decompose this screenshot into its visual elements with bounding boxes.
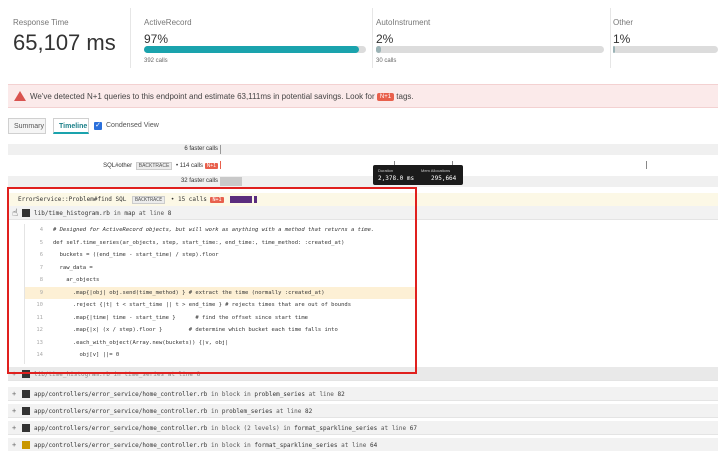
n-plus-one-badge: N+1 — [204, 163, 218, 169]
file-icon — [22, 441, 30, 449]
tab-timeline[interactable]: Timeline — [53, 118, 89, 134]
stack-at: at line — [308, 391, 334, 398]
stack-in: in — [211, 425, 219, 432]
other-metric[interactable]: Other 1% — [613, 18, 633, 46]
sql-other-row[interactable]: SQL#other BACKTRACE • 114 calls N+1 — [8, 160, 718, 171]
tab-summary[interactable]: Summary — [8, 118, 46, 134]
stack-line: 82 — [305, 408, 313, 415]
call-tooltip: Duration 2,378.0 ms Mem Allocations 295,… — [373, 165, 463, 185]
metrics-header: Response Time 65,107 ms ActiveRecord 97%… — [0, 0, 718, 72]
stack-line: 82 — [337, 391, 345, 398]
activerecord-label: ActiveRecord — [144, 18, 192, 27]
response-time-label: Response Time — [13, 18, 69, 27]
alert-message-end: tags. — [396, 92, 414, 101]
backtrace-file-text: app/controllers/error_service/home_contr… — [34, 442, 377, 449]
n-plus-one-tag: N+1 — [376, 93, 395, 101]
stack-path: app/controllers/error_service/home_contr… — [34, 408, 208, 415]
alloc-value: 295,664 — [431, 175, 457, 182]
stack-at: at line — [341, 442, 367, 449]
faster-calls-label: 32 faster calls — [180, 178, 218, 184]
timeline-span — [220, 177, 242, 186]
other-value: 1% — [613, 32, 631, 46]
backtrace-file-text: app/controllers/error_service/home_contr… — [34, 391, 345, 398]
stack-method: problem_series — [254, 391, 305, 398]
stack-path: app/controllers/error_service/home_contr… — [34, 442, 208, 449]
expand-icon[interactable]: + — [12, 424, 16, 432]
autoinstrument-calls: 30 calls — [376, 58, 397, 64]
duration-label: Duration — [378, 168, 394, 173]
faster-calls-row[interactable]: 32 faster calls — [8, 176, 718, 187]
response-time-value: 65,107 ms — [13, 30, 116, 55]
autoinstrument-value: 2% — [376, 32, 394, 46]
file-icon — [22, 407, 30, 415]
condensed-view-label[interactable]: Condensed View — [106, 122, 159, 129]
expand-icon[interactable]: + — [12, 390, 16, 398]
expand-icon[interactable]: + — [12, 407, 16, 415]
divider — [372, 8, 373, 68]
other-bar-fill — [613, 46, 616, 53]
stack-method: format_sparkline_series — [254, 442, 338, 449]
file-icon — [22, 390, 30, 398]
stack-line: 67 — [409, 425, 418, 432]
autoinstrument-label: AutoInstrument — [376, 18, 431, 27]
divider — [130, 8, 131, 68]
activerecord-metric[interactable]: ActiveRecord 97% — [144, 18, 192, 46]
stack-context: block (2 levels) in — [221, 425, 291, 432]
other-label: Other — [613, 18, 634, 27]
stack-line: 64 — [370, 442, 378, 449]
duration-value: 2,378.0 ms — [378, 175, 415, 182]
autoinstrument-bar-fill — [376, 46, 381, 53]
autoinstrument-metric[interactable]: AutoInstrument 2% — [376, 18, 430, 46]
stack-in: in — [211, 408, 219, 415]
activerecord-value: 97% — [144, 32, 169, 46]
expand-icon[interactable]: + — [12, 441, 16, 449]
stack-at: at line — [380, 425, 407, 432]
file-icon — [22, 424, 30, 432]
call-tick — [646, 161, 647, 169]
activerecord-bar-fill — [144, 46, 360, 53]
faster-calls-label: 6 faster calls — [184, 146, 218, 152]
backtrace-file-text: app/controllers/error_service/home_contr… — [34, 408, 312, 415]
timeline-marker — [220, 145, 221, 154]
call-tick — [220, 161, 221, 169]
stack-path: app/controllers/error_service/home_contr… — [34, 425, 208, 432]
stack-in: in — [211, 442, 219, 449]
stack-context: block in — [221, 391, 251, 398]
response-time-metric: Response Time 65,107 ms — [13, 18, 116, 56]
sql-other-calls: • 114 calls — [176, 163, 204, 169]
stack-context: block in — [221, 442, 251, 449]
backtrace-file-row[interactable]: + app/controllers/error_service/home_cont… — [8, 387, 718, 401]
alert-text: We've detected N+1 queries to this endpo… — [30, 92, 414, 101]
backtrace-file-row[interactable]: + app/controllers/error_service/home_cont… — [8, 438, 718, 451]
alloc-label: Mem Allocations — [421, 168, 451, 173]
warning-icon — [14, 91, 26, 101]
activerecord-bar — [144, 46, 366, 53]
stack-at: at line — [276, 408, 302, 415]
selection-highlight — [7, 187, 417, 374]
stack-method: problem_series — [221, 408, 273, 415]
autoinstrument-bar — [376, 46, 604, 53]
backtrace-tag[interactable]: BACKTRACE — [135, 162, 173, 170]
faster-calls-row[interactable]: 6 faster calls — [8, 144, 718, 155]
condensed-view-checkbox[interactable]: ✓ — [94, 122, 102, 130]
other-bar — [613, 46, 718, 53]
stack-in: in — [211, 391, 219, 398]
alert-message: We've detected N+1 queries to this endpo… — [30, 92, 375, 101]
divider — [610, 8, 611, 68]
backtrace-file-row[interactable]: + app/controllers/error_service/home_cont… — [8, 421, 718, 435]
backtrace-file-row[interactable]: + app/controllers/error_service/home_cont… — [8, 404, 718, 418]
sql-other-label: SQL#other BACKTRACE • 114 calls N+1 — [103, 162, 218, 170]
backtrace-file-text: app/controllers/error_service/home_contr… — [34, 425, 417, 432]
stack-path: app/controllers/error_service/home_contr… — [34, 391, 208, 398]
stack-method: format_sparkline_series — [294, 425, 378, 432]
sql-other-name: SQL#other — [103, 163, 133, 169]
activerecord-calls: 392 calls — [144, 58, 168, 64]
n-plus-one-alert: We've detected N+1 queries to this endpo… — [8, 84, 718, 108]
